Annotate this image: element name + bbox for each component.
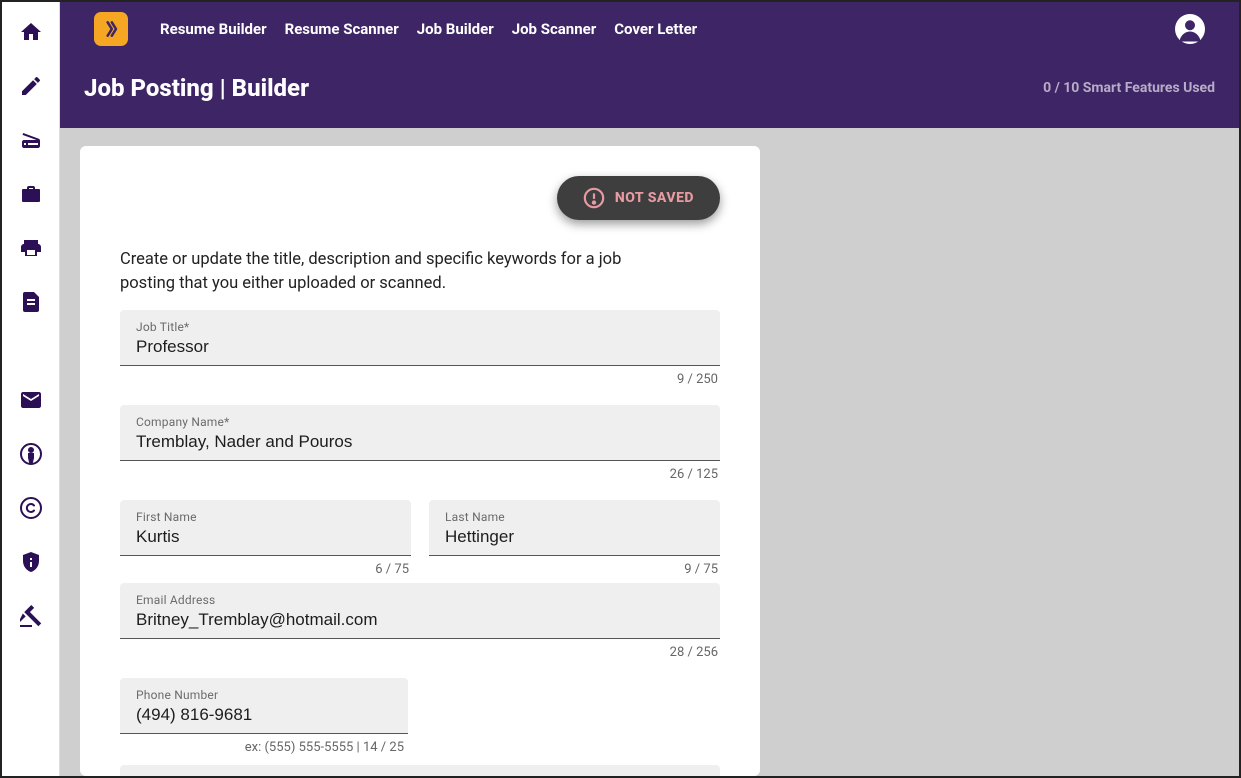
print-icon[interactable] [19,236,43,264]
job-title-label: Job Title* [136,320,704,334]
intro-text: Create or update the title, description … [120,248,660,296]
job-title-field[interactable]: Job Title* [120,310,720,366]
phone-label: Phone Number [136,688,392,702]
last-name-input[interactable] [445,524,704,549]
street-field[interactable]: Street Address [120,765,720,776]
email-field[interactable]: Email Address [120,583,720,639]
company-input[interactable] [136,429,704,454]
briefcase-icon[interactable] [19,182,43,210]
email-input[interactable] [136,607,704,632]
nav-resume-builder[interactable]: Resume Builder [160,20,267,38]
first-name-input[interactable] [136,524,395,549]
left-sidebar [2,2,60,776]
alert-icon [583,187,605,209]
attribution-icon[interactable] [19,442,43,470]
company-label: Company Name* [136,415,704,429]
first-name-counter: 6 / 75 [120,556,411,591]
document-icon[interactable] [19,290,43,318]
nav-job-builder[interactable]: Job Builder [417,20,494,38]
page-title: Job Posting | Builder [84,74,309,102]
phone-input[interactable] [136,702,392,727]
email-counter: 28 / 256 [120,639,720,674]
nav-job-scanner[interactable]: Job Scanner [512,20,597,38]
main-area: Resume Builder Resume Scanner Job Builde… [60,2,1239,776]
home-icon[interactable] [19,20,43,48]
email-label: Email Address [136,593,704,607]
mail-icon[interactable] [19,388,43,416]
company-counter: 26 / 125 [120,461,720,496]
last-name-field[interactable]: Last Name [429,500,720,556]
user-account-icon[interactable] [1175,14,1205,44]
phone-field[interactable]: Phone Number [120,678,408,734]
smart-features-usage: 0 / 10 Smart Features Used [1043,80,1215,96]
street-label: Street Address [136,775,704,776]
nav-cover-letter[interactable]: Cover Letter [614,20,697,38]
first-name-label: First Name [136,510,395,524]
job-title-input[interactable] [136,334,704,359]
top-navigation: Resume Builder Resume Scanner Job Builde… [60,2,1239,56]
scanner-icon[interactable] [19,128,43,156]
first-name-field[interactable]: First Name [120,500,411,556]
job-title-counter: 9 / 250 [120,366,720,401]
shield-icon[interactable] [19,550,43,578]
app-logo[interactable] [94,12,128,46]
last-name-label: Last Name [445,510,704,524]
subheader: Job Posting | Builder 0 / 10 Smart Featu… [60,56,1239,128]
form-card: NOT SAVED Create or update the title, de… [80,146,760,776]
last-name-counter: 9 / 75 [429,556,720,591]
pencil-icon[interactable] [19,74,43,102]
nav-resume-scanner[interactable]: Resume Scanner [285,20,399,38]
header: Resume Builder Resume Scanner Job Builde… [60,2,1239,128]
gavel-icon[interactable] [19,604,43,632]
company-field[interactable]: Company Name* [120,405,720,461]
phone-hint-counter: ex: (555) 555-5555 | 14 / 25 [120,734,408,761]
copyright-icon[interactable] [19,496,43,524]
content-stage: NOT SAVED Create or update the title, de… [60,128,1239,776]
save-status-badge[interactable]: NOT SAVED [557,176,720,220]
save-status-label: NOT SAVED [615,190,694,206]
